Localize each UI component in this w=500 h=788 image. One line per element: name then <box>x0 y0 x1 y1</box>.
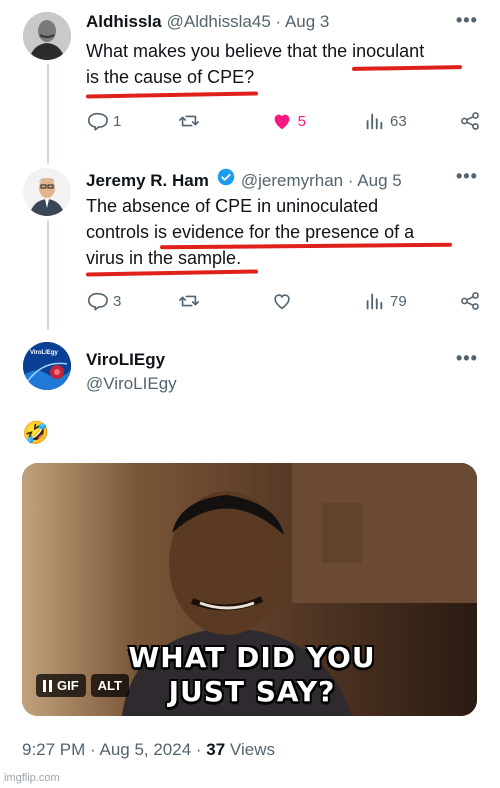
retweet-button[interactable] <box>178 110 218 132</box>
avatar[interactable]: ViroLIEgy <box>23 342 71 390</box>
author-handle-date[interactable]: @jeremyrhan · Aug 5 <box>241 171 402 191</box>
share-icon <box>461 292 479 310</box>
heart-icon <box>273 294 290 310</box>
reply-icon <box>87 292 108 311</box>
tweet-line: The absence of CPE in uninoculated <box>86 196 379 216</box>
reply-button[interactable]: 1 <box>86 110 126 132</box>
like-count: 5 <box>297 112 306 130</box>
analytics-icon <box>366 293 383 310</box>
share-icon <box>461 112 479 130</box>
retweet-icon <box>179 295 200 307</box>
pause-icon <box>43 679 52 692</box>
avatar[interactable] <box>23 12 71 60</box>
tweet-timestamp[interactable]: 9:27 PM · Aug 5, 2024 · 37 Views <box>22 740 275 760</box>
author-name[interactable]: Aldhissla <box>86 12 162 32</box>
analytics-icon <box>366 113 383 130</box>
reply-icon <box>87 112 108 131</box>
share-button[interactable] <box>459 290 481 312</box>
tweet-line: virus in the sample. <box>86 248 242 268</box>
gif-caption-line: WHAT DID YOU <box>128 641 376 674</box>
alt-text-button[interactable]: ALT <box>90 674 129 697</box>
views-button[interactable]: 63 <box>363 110 407 132</box>
retweet-icon <box>179 115 200 127</box>
timestamp-views-label: Views <box>225 740 275 759</box>
avatar-portrait-icon <box>23 12 71 60</box>
author-name[interactable]: Jeremy R. Ham <box>86 171 209 191</box>
reply-button[interactable]: 3 <box>86 290 126 312</box>
tweet-text: The absence of CPE in uninoculated contr… <box>86 193 476 271</box>
share-button[interactable] <box>459 110 481 132</box>
tweet-text: What makes you believe that the inoculan… <box>86 38 476 90</box>
gif-caption: WHAT DID YOU JUST SAY? <box>102 641 402 709</box>
view-count: 79 <box>389 292 407 310</box>
tweet-emoji: 🤣 <box>22 420 50 445</box>
tweet-actions: 1 5 63 <box>86 110 481 132</box>
views-button[interactable]: 79 <box>363 290 407 312</box>
author-name[interactable]: ViroLIEgy <box>86 350 165 370</box>
watermark: imgflip.com <box>4 772 60 784</box>
red-underline <box>85 91 259 99</box>
timestamp-date: 9:27 PM · Aug 5, 2024 · <box>22 740 207 759</box>
more-dots-icon[interactable]: ••• <box>456 166 478 187</box>
like-button[interactable] <box>271 290 311 312</box>
tweet-line: controls is evidence for the presence of… <box>86 222 415 242</box>
avatar-logo-text: ViroLIEgy <box>30 350 58 356</box>
view-count: 63 <box>389 112 407 130</box>
author-handle[interactable]: @ViroLIEgy <box>86 374 177 394</box>
avatar[interactable] <box>23 168 71 216</box>
gif-caption-line: JUST SAY? <box>168 675 336 708</box>
like-button[interactable]: 5 <box>271 110 311 132</box>
avatar-portrait-icon <box>23 168 71 216</box>
reply-count: 3 <box>113 292 122 310</box>
alt-badge-label: ALT <box>97 678 122 693</box>
retweet-button[interactable] <box>178 290 218 312</box>
heart-icon <box>274 114 289 130</box>
tweet-line: What makes you believe that the inoculan… <box>86 41 425 61</box>
tweet-actions: 3 79 <box>86 290 481 312</box>
gif-badge-label: GIF <box>57 678 79 693</box>
timestamp-view-count: 37 <box>206 740 226 759</box>
thread-line <box>47 64 49 164</box>
thread-line <box>47 220 49 330</box>
more-dots-icon[interactable]: ••• <box>456 348 478 369</box>
reply-count: 1 <box>113 112 122 130</box>
gif-play-button[interactable]: GIF <box>36 674 86 697</box>
gif-controls: GIF ALT <box>36 674 129 697</box>
author-handle-date[interactable]: @Aldhissla45 · Aug 3 <box>167 12 330 32</box>
verified-badge-icon <box>217 168 235 186</box>
more-dots-icon[interactable]: ••• <box>456 10 478 31</box>
